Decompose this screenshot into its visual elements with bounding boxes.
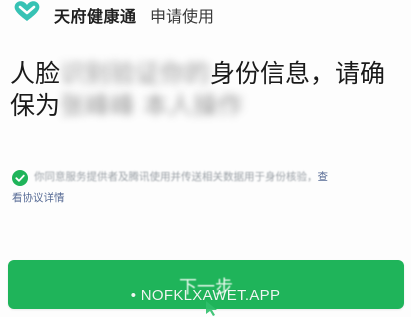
page-title: 人脸识别验证你的身份信息，请确 保为张峰峰 本人操作	[10, 58, 405, 122]
consent-text: 你同意服务提供者及腾讯使用并传送相关数据用于身份核验，查看协议详情	[12, 167, 404, 209]
title-line-1-end: 身份信息，请确	[210, 59, 386, 88]
identity-verification-page: 天府健康通 申请使用 人脸识别验证你的身份信息，请确 保为张峰峰 本人操作 你同…	[0, 0, 411, 317]
check-circle-icon[interactable]	[12, 170, 28, 186]
app-name: 天府健康通	[54, 7, 137, 26]
title-line-2-start: 保为	[10, 91, 61, 120]
title-line-1-start: 人脸	[10, 59, 61, 88]
title-line-2: 保为张峰峰 本人操作	[10, 90, 405, 122]
consent-statement: 你同意服务提供者及腾讯使用并传送相关数据用于身份核验，	[34, 171, 318, 183]
agreement-link-part-2[interactable]: 看协议详情	[12, 188, 65, 209]
tap-cursor-icon	[206, 301, 217, 316]
request-use-label: 申请使用	[150, 7, 215, 26]
agreement-link-part-1[interactable]: 查	[318, 171, 329, 183]
title-line-1-blurred: 识别验证你的	[60, 59, 211, 88]
title-line-1: 人脸识别验证你的身份信息，请确	[10, 58, 405, 90]
heart-logo-icon	[14, 1, 40, 21]
title-line-2-blurred: 张峰峰 本人操作	[60, 91, 243, 120]
